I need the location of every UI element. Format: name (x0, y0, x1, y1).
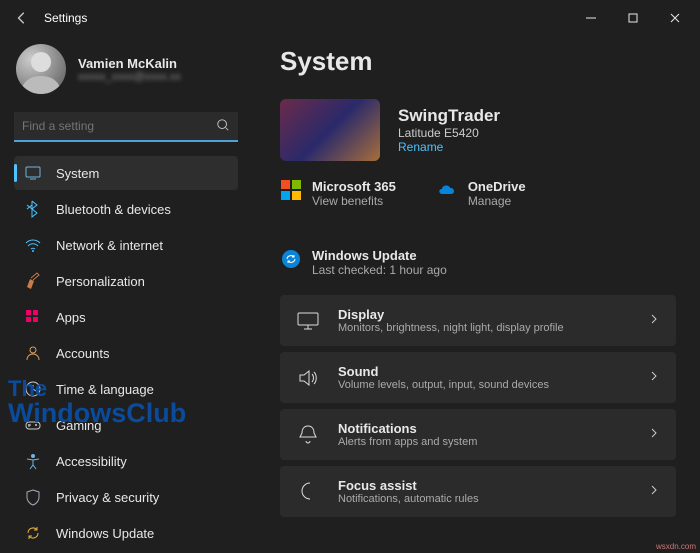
accessibility-icon (24, 452, 42, 470)
service-row: Microsoft 365View benefits OneDriveManage… (280, 179, 676, 277)
game-icon (24, 416, 42, 434)
card-title: Sound (338, 364, 648, 379)
sidebar-item-label: System (56, 166, 99, 181)
minimize-button[interactable] (570, 0, 612, 36)
brush-icon (24, 272, 42, 290)
device-wallpaper-thumb (280, 99, 380, 161)
sidebar-item-system[interactable]: System (14, 156, 238, 190)
nav-list: System Bluetooth & devices Network & inter… (14, 156, 238, 550)
bell-icon (296, 423, 320, 447)
card-title: Notifications (338, 421, 648, 436)
maximize-button[interactable] (612, 0, 654, 36)
sound-icon (296, 366, 320, 390)
back-button[interactable] (12, 8, 32, 28)
apps-icon (24, 308, 42, 326)
chevron-right-icon (648, 313, 660, 328)
search-icon (216, 118, 230, 135)
system-icon (24, 164, 42, 182)
service-sub: Last checked: 1 hour ago (312, 263, 447, 277)
service-sub: Manage (468, 194, 526, 208)
sidebar-item-time-language[interactable]: Time & language (14, 372, 238, 406)
card-sub: Notifications, automatic rules (338, 493, 648, 505)
sidebar-item-apps[interactable]: Apps (14, 300, 238, 334)
sidebar-item-label: Gaming (56, 418, 102, 433)
person-icon (24, 344, 42, 362)
avatar (16, 44, 66, 94)
user-block[interactable]: Vamien McKalin xxxxx_xxxx@xxxx.xx (14, 44, 238, 94)
sidebar: Vamien McKalin xxxxx_xxxx@xxxx.xx System… (0, 36, 250, 553)
user-name: Vamien McKalin (78, 56, 181, 71)
sidebar-item-windows-update[interactable]: Windows Update (14, 516, 238, 550)
device-model: Latitude E5420 (398, 126, 500, 140)
display-icon (296, 309, 320, 333)
sidebar-item-label: Time & language (56, 382, 154, 397)
moon-icon (296, 480, 320, 504)
m365-icon (280, 179, 302, 201)
service-sub: View benefits (312, 194, 396, 208)
service-windows-update[interactable]: Windows UpdateLast checked: 1 hour ago (280, 248, 676, 277)
sidebar-item-label: Accessibility (56, 454, 127, 469)
update-icon (24, 524, 42, 542)
user-email: xxxxx_xxxx@xxxx.xx (78, 71, 181, 83)
card-title: Focus assist (338, 478, 648, 493)
chevron-right-icon (648, 370, 660, 385)
sidebar-item-label: Network & internet (56, 238, 163, 253)
service-title: Windows Update (312, 248, 447, 263)
sidebar-item-personalization[interactable]: Personalization (14, 264, 238, 298)
sidebar-item-label: Windows Update (56, 526, 154, 541)
shield-icon (24, 488, 42, 506)
sidebar-item-label: Privacy & security (56, 490, 159, 505)
search-input[interactable] (22, 119, 216, 133)
card-sub: Volume levels, output, input, sound devi… (338, 379, 648, 391)
card-display[interactable]: DisplayMonitors, brightness, night light… (280, 295, 676, 346)
card-notifications[interactable]: NotificationsAlerts from apps and system (280, 409, 676, 460)
sidebar-item-accessibility[interactable]: Accessibility (14, 444, 238, 478)
clock-icon (24, 380, 42, 398)
corner-watermark: wsxdn.com (656, 542, 696, 551)
sidebar-item-label: Personalization (56, 274, 145, 289)
service-onedrive[interactable]: OneDriveManage (436, 179, 526, 208)
card-focus-assist[interactable]: Focus assistNotifications, automatic rul… (280, 466, 676, 517)
card-sub: Alerts from apps and system (338, 436, 648, 448)
chevron-right-icon (648, 484, 660, 499)
sidebar-item-privacy-security[interactable]: Privacy & security (14, 480, 238, 514)
sidebar-item-label: Apps (56, 310, 86, 325)
wifi-icon (24, 236, 42, 254)
sidebar-item-label: Accounts (56, 346, 109, 361)
page-title: System (280, 46, 676, 77)
device-name: SwingTrader (398, 106, 500, 126)
card-title: Display (338, 307, 648, 322)
device-row: SwingTrader Latitude E5420 Rename (280, 99, 676, 161)
close-button[interactable] (654, 0, 696, 36)
chevron-right-icon (648, 427, 660, 442)
sidebar-item-network-internet[interactable]: Network & internet (14, 228, 238, 262)
sidebar-item-label: Bluetooth & devices (56, 202, 171, 217)
titlebar: Settings (0, 0, 700, 36)
main-content: System SwingTrader Latitude E5420 Rename… (250, 36, 700, 553)
rename-link[interactable]: Rename (398, 140, 500, 154)
onedrive-icon (436, 179, 458, 201)
service-microsoft-[interactable]: Microsoft 365View benefits (280, 179, 396, 208)
card-sound[interactable]: SoundVolume levels, output, input, sound… (280, 352, 676, 403)
bluetooth-icon (24, 200, 42, 218)
settings-cards: DisplayMonitors, brightness, night light… (280, 295, 676, 517)
window-title: Settings (44, 11, 570, 25)
sidebar-item-gaming[interactable]: Gaming (14, 408, 238, 442)
service-title: OneDrive (468, 179, 526, 194)
sidebar-item-bluetooth-devices[interactable]: Bluetooth & devices (14, 192, 238, 226)
search-input-wrap[interactable] (14, 112, 238, 142)
update-circle-icon (280, 248, 302, 270)
card-sub: Monitors, brightness, night light, displ… (338, 322, 648, 334)
sidebar-item-accounts[interactable]: Accounts (14, 336, 238, 370)
service-title: Microsoft 365 (312, 179, 396, 194)
